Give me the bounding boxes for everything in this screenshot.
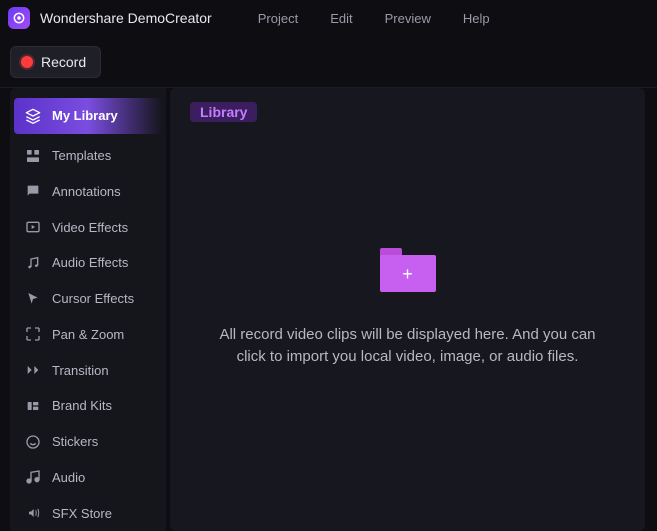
empty-state: + All record video clips will be display… <box>170 248 645 368</box>
empty-state-text: All record video clips will be displayed… <box>218 324 598 368</box>
sidebar-item-brand-kits[interactable]: Brand Kits <box>10 388 166 424</box>
sidebar-item-audio-effects[interactable]: Audio Effects <box>10 245 166 281</box>
sidebar-item-label: Templates <box>52 148 111 163</box>
sidebar: My Library Templates Annotations Video E… <box>10 88 166 531</box>
plus-icon: + <box>402 265 413 283</box>
sidebar-item-label: Stickers <box>52 434 98 449</box>
templates-icon <box>24 147 42 165</box>
sidebar-item-label: Annotations <box>52 184 121 199</box>
sidebar-item-label: Cursor Effects <box>52 291 134 306</box>
sidebar-item-label: Audio Effects <box>52 255 128 270</box>
app-logo <box>8 7 30 29</box>
body: My Library Templates Annotations Video E… <box>0 88 657 531</box>
sidebar-item-label: Audio <box>52 470 85 485</box>
sidebar-item-annotations[interactable]: Annotations <box>10 174 166 210</box>
cursor-effects-icon <box>24 290 42 308</box>
sidebar-item-label: Brand Kits <box>52 398 112 413</box>
annotations-icon <box>24 182 42 200</box>
sidebar-item-stickers[interactable]: Stickers <box>10 424 166 460</box>
menu-edit[interactable]: Edit <box>316 7 366 30</box>
main-panel: Library + All record video clips will be… <box>170 88 645 531</box>
record-button[interactable]: Record <box>10 46 101 78</box>
menu-help[interactable]: Help <box>449 7 504 30</box>
sidebar-item-cursor-effects[interactable]: Cursor Effects <box>10 281 166 317</box>
sidebar-item-label: SFX Store <box>52 506 112 521</box>
sidebar-item-video-effects[interactable]: Video Effects <box>10 209 166 245</box>
import-folder-button[interactable]: + <box>380 248 436 292</box>
audio-effects-icon <box>24 254 42 272</box>
sidebar-item-my-library[interactable]: My Library <box>14 98 162 134</box>
audio-icon <box>24 468 42 486</box>
record-button-label: Record <box>41 54 86 70</box>
folder-body-icon: + <box>380 255 436 292</box>
sidebar-item-label: Pan & Zoom <box>52 327 124 342</box>
menu-project[interactable]: Project <box>244 7 312 30</box>
logo-icon <box>12 11 26 25</box>
record-dot-icon <box>21 56 33 68</box>
menubar: Wondershare DemoCreator Project Edit Pre… <box>0 0 657 36</box>
stickers-icon <box>24 433 42 451</box>
sidebar-item-label: My Library <box>52 108 118 123</box>
sidebar-item-label: Transition <box>52 363 109 378</box>
sidebar-item-transition[interactable]: Transition <box>10 352 166 388</box>
menu-preview[interactable]: Preview <box>371 7 445 30</box>
layers-icon <box>24 107 42 125</box>
sidebar-item-sfx-store[interactable]: SFX Store <box>10 495 166 531</box>
video-effects-icon <box>24 218 42 236</box>
app-title: Wondershare DemoCreator <box>40 10 212 26</box>
sfx-store-icon <box>24 504 42 522</box>
sidebar-item-label: Video Effects <box>52 220 128 235</box>
transition-icon <box>24 361 42 379</box>
sidebar-item-pan-zoom[interactable]: Pan & Zoom <box>10 317 166 353</box>
library-tab[interactable]: Library <box>190 102 257 122</box>
sidebar-item-templates[interactable]: Templates <box>10 138 166 174</box>
toolbar: Record <box>0 36 657 88</box>
sidebar-item-audio[interactable]: Audio <box>10 460 166 496</box>
brand-kits-icon <box>24 397 42 415</box>
pan-zoom-icon <box>24 325 42 343</box>
